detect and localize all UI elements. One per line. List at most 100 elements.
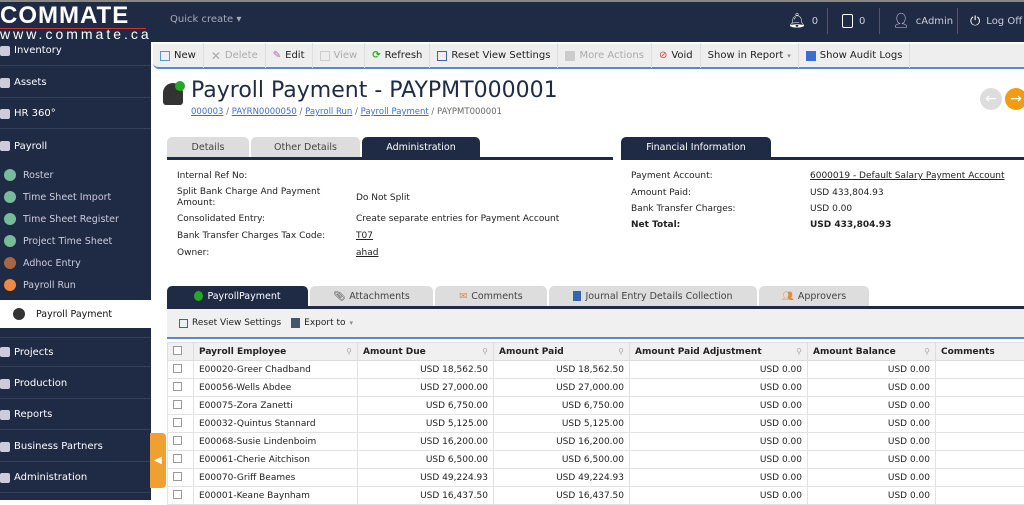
tab-other-details[interactable]: Other Details: [251, 137, 360, 157]
page-title: Payroll Payment - PAYPMT000001: [191, 78, 558, 103]
arrow-left-icon: ←: [985, 91, 997, 107]
table-cell: USD 0.00: [630, 415, 808, 433]
pin-icon[interactable]: ⚲: [618, 347, 624, 356]
breadcrumb-link[interactable]: 000003: [191, 107, 223, 117]
pin-icon[interactable]: ⚲: [346, 347, 352, 356]
table-row[interactable]: E00070-Griff BeamesUSD 49,224.93USD 49,2…: [168, 469, 1024, 487]
sidebar-item-projects[interactable]: Projects: [0, 337, 151, 367]
tab-approvers[interactable]: 👥︎Approvers: [759, 286, 869, 306]
audit-label: Show Audit Logs: [820, 50, 903, 61]
tab-comments[interactable]: ✉Comments: [435, 286, 547, 306]
pin-icon[interactable]: ⚲: [924, 347, 930, 356]
column-header[interactable]: Amount Paid⚲: [494, 343, 630, 361]
grid-reset-view-button[interactable]: Reset View Settings: [179, 318, 281, 328]
tab-payroll-payment[interactable]: PayrollPayment: [167, 286, 308, 306]
payment-account-link[interactable]: 6000019 - Default Salary Payment Account: [810, 171, 1005, 181]
sidebar-sub-time-sheet-register[interactable]: Time Sheet Register: [0, 208, 151, 230]
tax-code-link[interactable]: T07: [356, 231, 373, 241]
documents-button[interactable]: 0: [842, 10, 865, 32]
row-checkbox[interactable]: [168, 415, 194, 433]
table-cell: E00001-Keane Baynham: [194, 487, 358, 505]
row-checkbox[interactable]: [168, 379, 194, 397]
sidebar-sub-time-sheet-import[interactable]: Time Sheet Import: [0, 186, 151, 208]
row-checkbox[interactable]: [168, 487, 194, 505]
table-cell: E00068-Susie Lindenboim: [194, 433, 358, 451]
row-checkbox[interactable]: [168, 451, 194, 469]
row-checkbox[interactable]: [168, 433, 194, 451]
row-checkbox[interactable]: [168, 397, 194, 415]
sidebar-item-business-partners[interactable]: Business Partners: [0, 432, 151, 462]
table-row[interactable]: E00056-Wells AbdeeUSD 27,000.00USD 27,00…: [168, 379, 1024, 397]
table-cell: E00056-Wells Abdee: [194, 379, 358, 397]
logoff-button[interactable]: ⏻Log Off: [970, 10, 1022, 32]
pin-icon[interactable]: ⚲: [796, 347, 802, 356]
owner-link[interactable]: ahad: [356, 248, 378, 258]
delete-button[interactable]: ✕Delete: [204, 43, 266, 68]
tab-administration[interactable]: Administration: [362, 137, 480, 157]
table-cell: USD 0.00: [808, 379, 936, 397]
table-cell: USD 16,437.50: [358, 487, 494, 505]
show-in-report-dropdown[interactable]: Show in Report▾: [701, 43, 799, 68]
user-menu[interactable]: 👤︎cAdmin: [892, 10, 953, 32]
sidebar-item-payroll[interactable]: Payroll: [0, 131, 151, 161]
export-to-dropdown[interactable]: Export to▾: [291, 318, 353, 328]
column-label: Amount Balance: [813, 347, 896, 357]
show-audit-logs-button[interactable]: Show Audit Logs: [799, 43, 911, 68]
sidebar-sub-project-time-sheet[interactable]: Project Time Sheet: [0, 230, 151, 252]
sidebar-item-label: HR 360°: [14, 108, 56, 119]
breadcrumb-link[interactable]: PAYRN0000050: [232, 107, 297, 117]
tab-label: Journal Entry Details Collection: [585, 291, 732, 302]
pin-icon[interactable]: ⚲: [482, 347, 488, 356]
column-label: Amount Paid Adjustment: [635, 347, 762, 357]
sidebar-item-assets[interactable]: Assets: [0, 68, 151, 98]
reset-view-settings-button[interactable]: Reset View Settings: [430, 43, 558, 68]
view-button[interactable]: View: [313, 43, 366, 68]
column-header[interactable]: Payroll Employee⚲: [194, 343, 358, 361]
sidebar-sub-adhoc-entry[interactable]: Adhoc Entry: [0, 252, 151, 274]
column-header[interactable]: Amount Paid Adjustment ⚲: [630, 343, 808, 361]
sidebar-item-production[interactable]: Production: [0, 369, 151, 399]
toolbar: New ✕Delete ✎Edit View ⟳Refresh Reset Vi…: [153, 44, 1024, 69]
edit-button[interactable]: ✎Edit: [266, 43, 313, 68]
approvers-icon: 👥︎: [782, 291, 794, 302]
notifications-button[interactable]: 🔔︎0: [788, 10, 818, 32]
tab-details[interactable]: Details: [167, 137, 249, 157]
table-row[interactable]: E00020-Greer ChadbandUSD 18,562.50USD 18…: [168, 361, 1024, 379]
table-row[interactable]: E00001-Keane BaynhamUSD 16,437.50USD 16,…: [168, 487, 1024, 505]
row-checkbox[interactable]: [168, 361, 194, 379]
sidebar-sub-roster[interactable]: Roster: [0, 164, 151, 186]
partners-icon: [0, 442, 10, 452]
table-cell: USD 0.00: [630, 397, 808, 415]
table-row[interactable]: E00032-Quintus StannardUSD 5,125.00USD 5…: [168, 415, 1024, 433]
table-row[interactable]: E00075-Zora ZanettiUSD 6,750.00USD 6,750…: [168, 397, 1024, 415]
table-cell: E00075-Zora Zanetti: [194, 397, 358, 415]
refresh-button[interactable]: ⟳Refresh: [365, 43, 430, 68]
sidebar-collapse-handle[interactable]: ◀: [150, 433, 166, 488]
quick-create-menu[interactable]: Quick create ▾: [170, 14, 241, 25]
sidebar-item-hr360[interactable]: HR 360°: [0, 99, 151, 129]
column-header[interactable]: Amount Balance ⚲: [808, 343, 936, 361]
detail-tabs: PayrollPayment 📎︎Attachments ✉Comments J…: [167, 286, 869, 306]
table-row[interactable]: E00061-Cherie AitchisonUSD 6,500.00USD 6…: [168, 451, 1024, 469]
tab-attachments[interactable]: 📎︎Attachments: [310, 286, 433, 306]
more-actions-button[interactable]: More Actions: [558, 43, 652, 68]
table-cell: USD 18,562.50: [494, 361, 630, 379]
column-header[interactable]: Comments: [936, 343, 1024, 361]
tab-journal-entry[interactable]: Journal Entry Details Collection: [549, 286, 757, 306]
sidebar-item-inventory[interactable]: Inventory: [0, 36, 151, 66]
table-row[interactable]: E00068-Susie LindenboimUSD 16,200.00USD …: [168, 433, 1024, 451]
sidebar-item-reports[interactable]: Reports: [0, 400, 151, 430]
breadcrumb-link[interactable]: Payroll Payment: [361, 107, 429, 117]
breadcrumb-link[interactable]: Payroll Run: [305, 107, 352, 117]
new-button[interactable]: New: [153, 43, 204, 68]
column-header[interactable]: Amount Due⚲: [358, 343, 494, 361]
next-record-button[interactable]: →: [1005, 88, 1024, 110]
sidebar-item-administration[interactable]: Administration: [0, 463, 151, 493]
user-name: cAdmin: [916, 16, 953, 27]
void-button[interactable]: ⊘Void: [652, 43, 701, 68]
select-all-checkbox[interactable]: [168, 343, 194, 361]
row-checkbox[interactable]: [168, 469, 194, 487]
previous-record-button[interactable]: ←: [980, 88, 1002, 110]
sidebar-sub-payroll-run[interactable]: Payroll Run: [0, 274, 151, 296]
sidebar-sub-payroll-payment[interactable]: Payroll Payment: [0, 300, 151, 328]
